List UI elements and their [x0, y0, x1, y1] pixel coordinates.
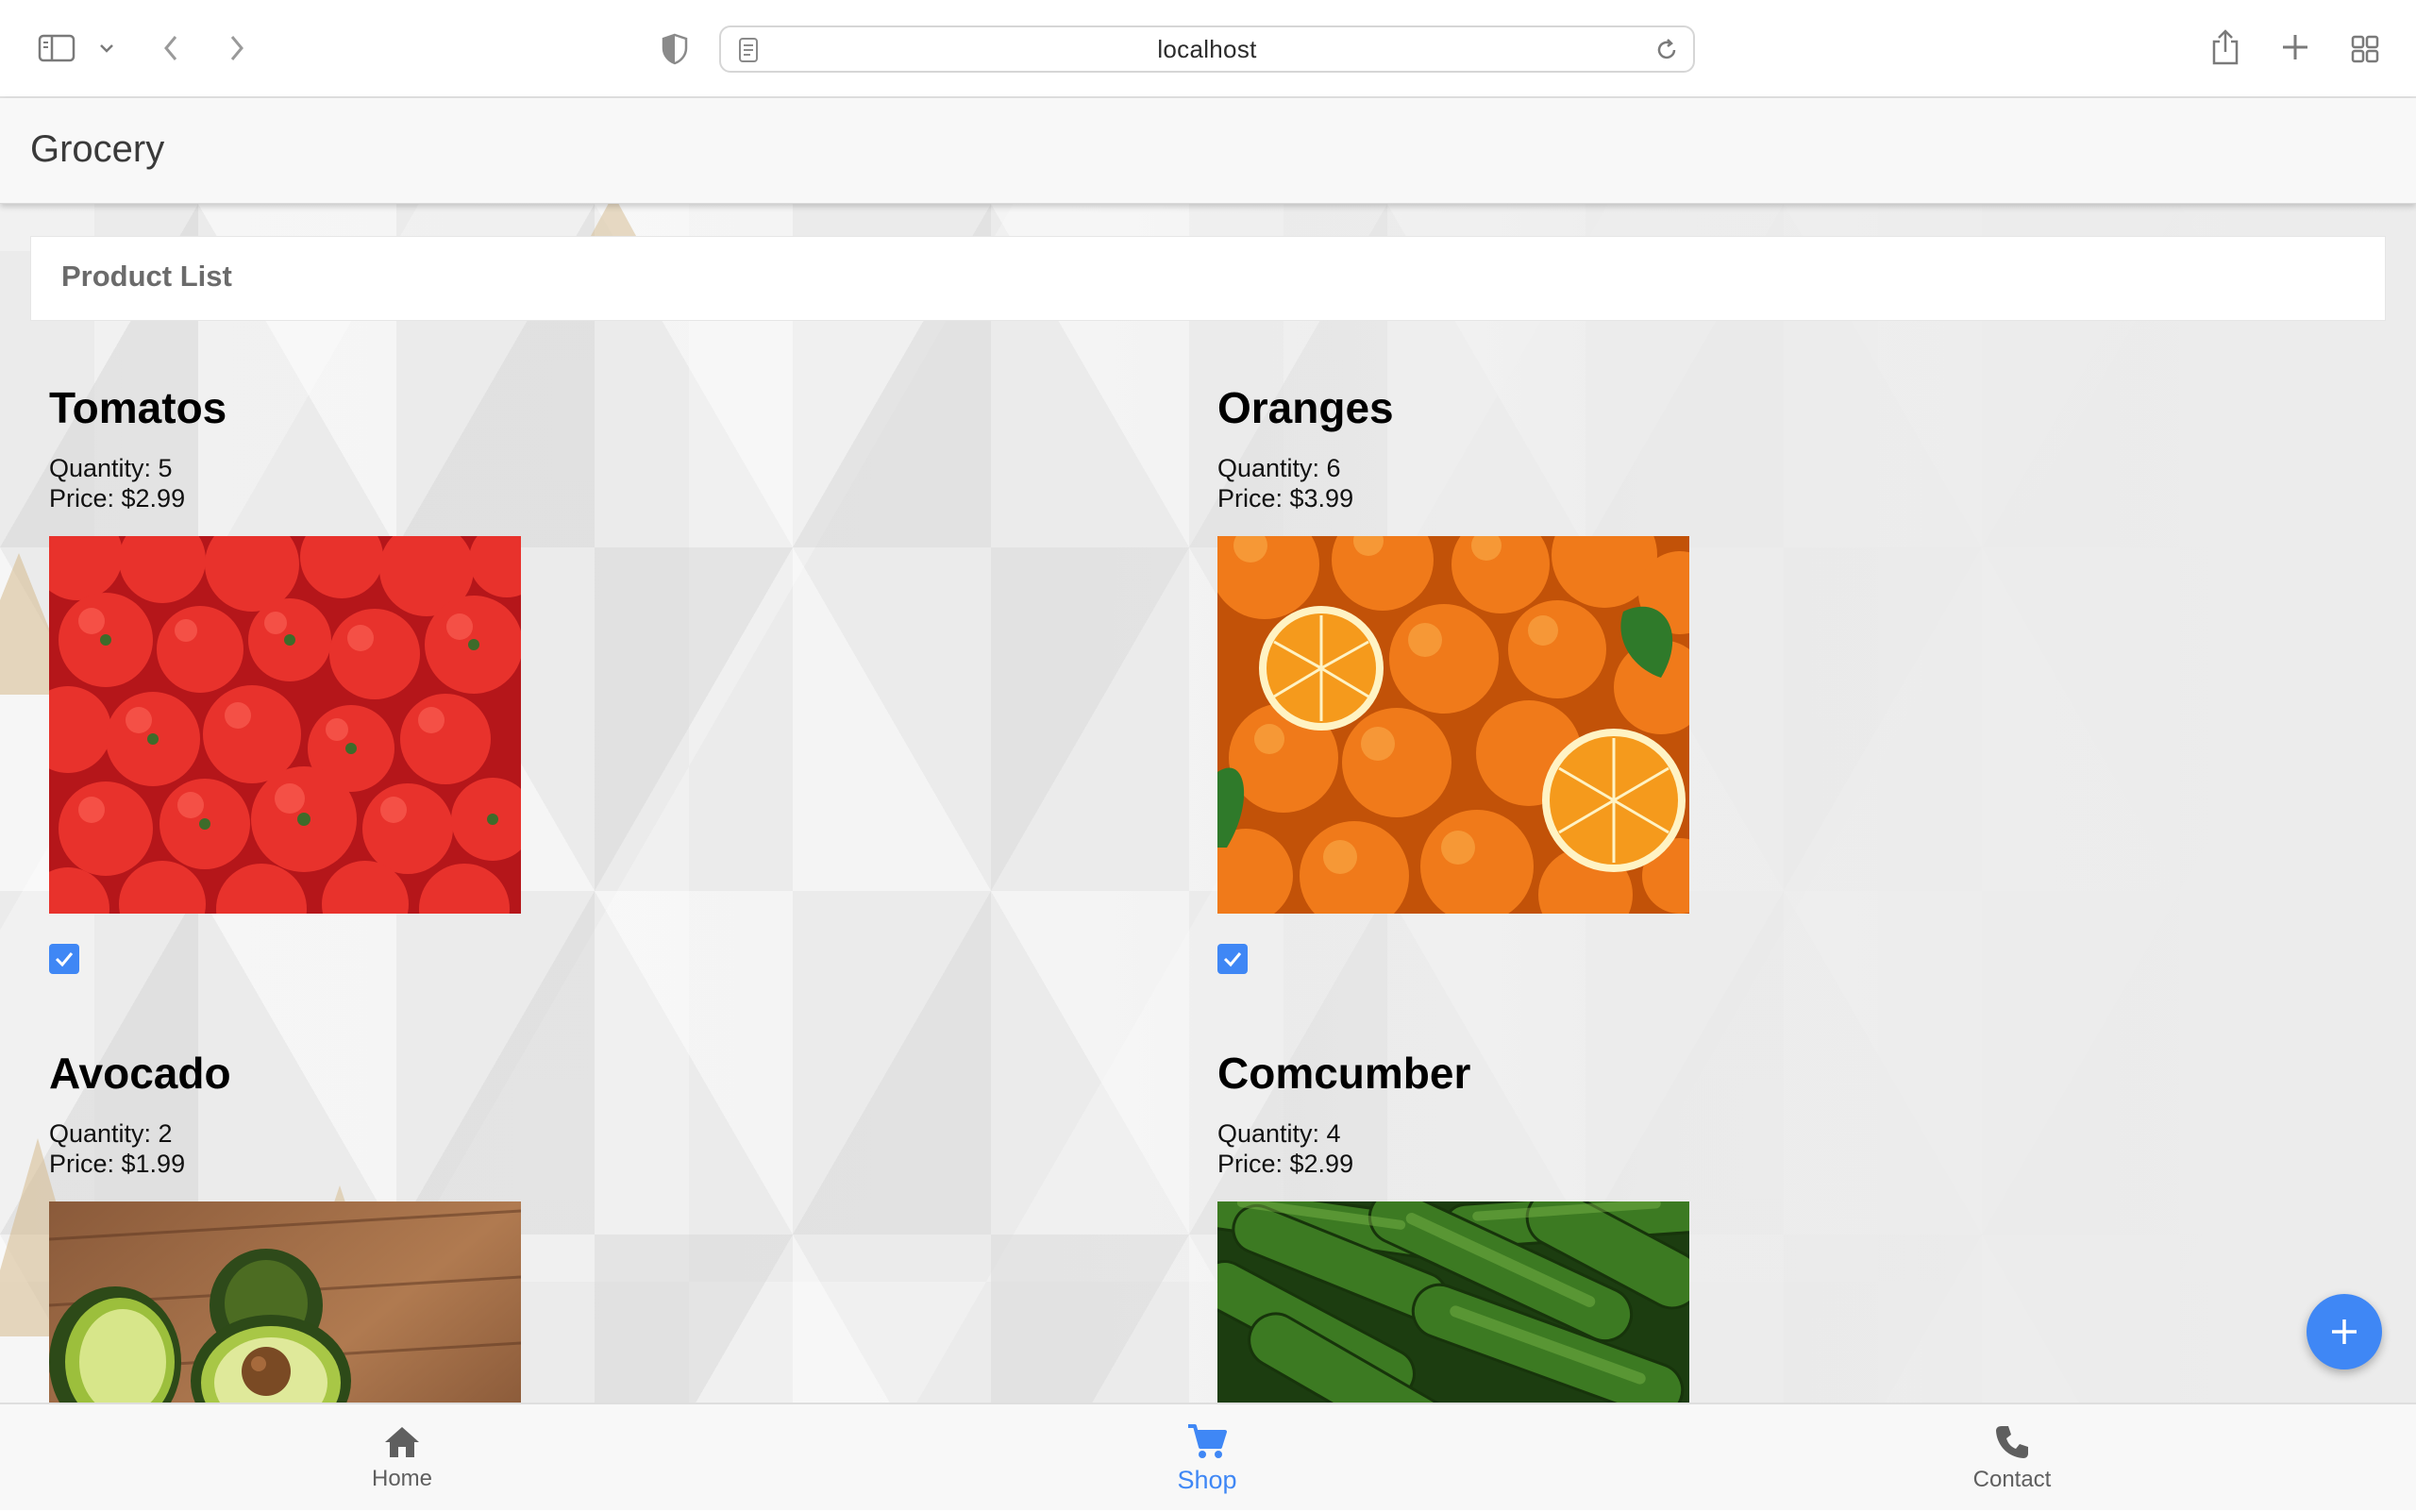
tab-label: Home [371, 1466, 433, 1491]
page-icon [738, 37, 759, 68]
product-item: Avocado Quantity: 2 Price: $1.99 [49, 1047, 615, 1403]
home-icon [385, 1427, 419, 1457]
tab-label: Contact [1972, 1467, 2052, 1492]
product-name: Oranges [1217, 383, 1394, 432]
product-checkbox[interactable] [1217, 944, 1248, 974]
product-quantity: Quantity: 2 [49, 1119, 173, 1148]
sidebar-icon[interactable] [36, 31, 77, 65]
product-price: Price: $3.99 [1217, 484, 1354, 512]
app-header: Grocery [0, 98, 2416, 204]
product-checkbox[interactable] [49, 944, 79, 974]
tab-label: Shop [1177, 1465, 1237, 1494]
address-bar[interactable]: localhost [719, 25, 1695, 73]
forward-icon[interactable] [223, 30, 251, 66]
cart-icon [1188, 1423, 1227, 1458]
new-tab-icon[interactable] [2278, 30, 2312, 64]
tomatoes-photo [49, 536, 521, 914]
product-quantity: Quantity: 6 [1217, 454, 1341, 482]
tab-shop[interactable]: Shop [1065, 1404, 1349, 1512]
product-name: Comcumber [1217, 1049, 1471, 1098]
product-price: Price: $2.99 [1217, 1150, 1354, 1178]
avocado-photo [49, 1201, 521, 1403]
add-product-button[interactable] [2307, 1294, 2382, 1369]
checkmark-icon [55, 952, 74, 967]
checkmark-icon [1223, 952, 1242, 967]
phone-icon [1996, 1426, 2028, 1458]
product-list-content[interactable]: Product List Tomatos Quantity: 5 Price: … [0, 204, 2416, 1403]
browser-toolbar: localhost [0, 0, 2416, 98]
oranges-photo [1217, 536, 1689, 914]
reload-icon[interactable] [1653, 37, 1680, 68]
app-title: Grocery [30, 128, 165, 170]
chevron-down-icon[interactable] [96, 38, 117, 59]
privacy-shield-icon[interactable] [659, 32, 691, 66]
product-name: Avocado [49, 1049, 231, 1098]
share-icon[interactable] [2208, 26, 2242, 68]
back-icon[interactable] [157, 30, 185, 66]
product-price: Price: $1.99 [49, 1150, 186, 1178]
list-heading-card: Product List [30, 236, 2386, 321]
tab-overview-icon[interactable] [2348, 32, 2382, 66]
tab-home[interactable]: Home [260, 1404, 544, 1512]
product-name: Tomatos [49, 383, 227, 432]
product-item: Comcumber Quantity: 4 Price: $2.99 [1217, 1047, 1784, 1403]
product-price: Price: $2.99 [49, 484, 186, 512]
plus-icon [2332, 1319, 2357, 1344]
url-text: localhost [1157, 34, 1257, 63]
bottom-tab-bar: Home Shop Contact [0, 1403, 2416, 1510]
product-item: Oranges Quantity: 6 Price: $3.99 [1217, 381, 1784, 974]
cucumbers-photo [1217, 1201, 1689, 1403]
tab-contact[interactable]: Contact [1871, 1404, 2154, 1512]
product-quantity: Quantity: 5 [49, 454, 173, 482]
list-heading: Product List [61, 260, 232, 293]
product-quantity: Quantity: 4 [1217, 1119, 1341, 1148]
product-item: Tomatos Quantity: 5 Price: $2.99 [49, 381, 615, 974]
